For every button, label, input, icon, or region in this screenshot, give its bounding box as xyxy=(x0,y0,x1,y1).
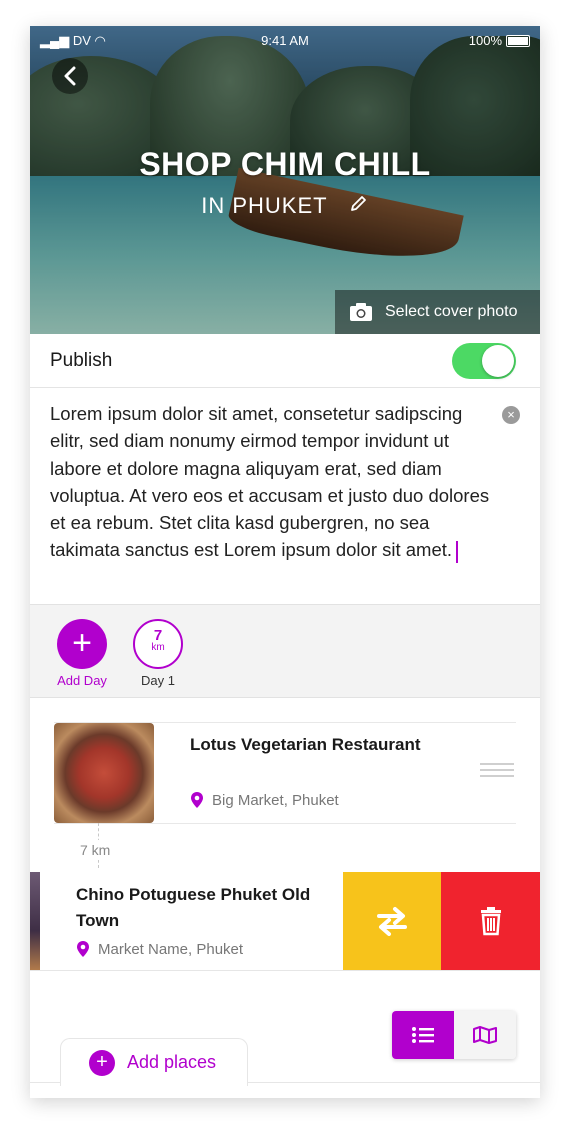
description-text: Lorem ipsum dolor sit amet, consetetur s… xyxy=(50,403,490,561)
add-place-pin-icon: + xyxy=(89,1049,115,1076)
plus-icon: + xyxy=(57,619,107,669)
add-day-button[interactable]: + Add Day xyxy=(56,619,108,688)
camera-icon xyxy=(350,303,372,321)
place-location-row: Market Name, Phuket xyxy=(76,940,243,958)
close-icon: × xyxy=(507,407,515,422)
clear-description-button[interactable]: × xyxy=(502,406,520,424)
swap-place-button[interactable] xyxy=(343,872,441,970)
map-icon xyxy=(473,1026,497,1044)
edit-title-button[interactable] xyxy=(349,193,369,218)
place-thumbnail xyxy=(30,872,40,970)
description-textarea[interactable]: Lorem ipsum dolor sit amet, consetetur s… xyxy=(50,400,490,564)
select-cover-photo-button[interactable]: Select cover photo xyxy=(335,290,540,334)
trip-subtitle: IN PHUKET xyxy=(201,193,328,219)
status-bar: ▂▄▆ DV ◠ 9:41 AM 100% xyxy=(30,26,540,54)
place-location: Market Name, Phuket xyxy=(98,940,244,958)
trip-subtitle-row: IN PHUKET xyxy=(30,192,540,219)
cover-photo: ▂▄▆ DV ◠ 9:41 AM 100% SHOP CHIM CHILL IN… xyxy=(30,26,540,334)
place-thumbnail xyxy=(54,723,154,823)
map-view-button[interactable] xyxy=(454,1011,516,1059)
toggle-knob xyxy=(482,345,514,377)
day-1-tab[interactable]: 7 km Day 1 xyxy=(132,619,184,688)
phone-screen: ▂▄▆ DV ◠ 9:41 AM 100% SHOP CHIM CHILL IN… xyxy=(30,26,540,1098)
back-button[interactable] xyxy=(52,58,88,94)
delete-place-button[interactable] xyxy=(441,872,540,970)
place-location-row: Big Market, Phuket xyxy=(190,791,339,809)
battery-label: 100% xyxy=(468,33,502,48)
add-places-label: Add places xyxy=(127,1052,217,1072)
day-1-distance-badge: 7 km xyxy=(133,619,183,669)
day-1-label: Day 1 xyxy=(141,673,175,688)
location-pin-icon xyxy=(191,792,203,808)
publish-row: Publish xyxy=(30,334,540,388)
place-name: Lotus Vegetarian Restaurant xyxy=(190,735,421,754)
place-card[interactable]: Lotus Vegetarian Restaurant Big Market, … xyxy=(54,722,516,824)
day-selector-bar: + Add Day 7 km Day 1 xyxy=(30,604,540,698)
text-caret xyxy=(456,540,459,563)
publish-toggle[interactable] xyxy=(452,343,516,379)
view-mode-toggle xyxy=(392,1011,516,1059)
location-pin-icon xyxy=(77,941,89,957)
publish-label: Publish xyxy=(50,349,113,371)
battery-icon xyxy=(506,34,530,47)
drag-handle[interactable] xyxy=(480,763,514,781)
place-name: Chino Potuguese Phuket Old Town xyxy=(76,885,311,930)
pencil-icon xyxy=(350,196,366,212)
status-time: 9:41 AM xyxy=(261,33,309,48)
day-1-distance-unit: km xyxy=(151,642,165,653)
list-view-button[interactable] xyxy=(392,1011,454,1059)
place-location: Big Market, Phuket xyxy=(212,791,339,809)
chevron-left-icon xyxy=(64,66,76,86)
add-places-button[interactable]: + Add places xyxy=(60,1038,248,1086)
select-cover-photo-label: Select cover photo xyxy=(385,303,518,320)
add-day-label: Add Day xyxy=(57,673,107,688)
trip-title: SHOP CHIM CHILL xyxy=(139,146,431,182)
list-icon xyxy=(412,1027,434,1043)
distance-between-label: 7 km xyxy=(80,840,111,860)
swap-arrows-icon xyxy=(377,907,407,936)
trash-icon xyxy=(480,907,501,936)
place-card-swiped[interactable]: Chino Potuguese Phuket Old Town Market N… xyxy=(30,872,540,971)
